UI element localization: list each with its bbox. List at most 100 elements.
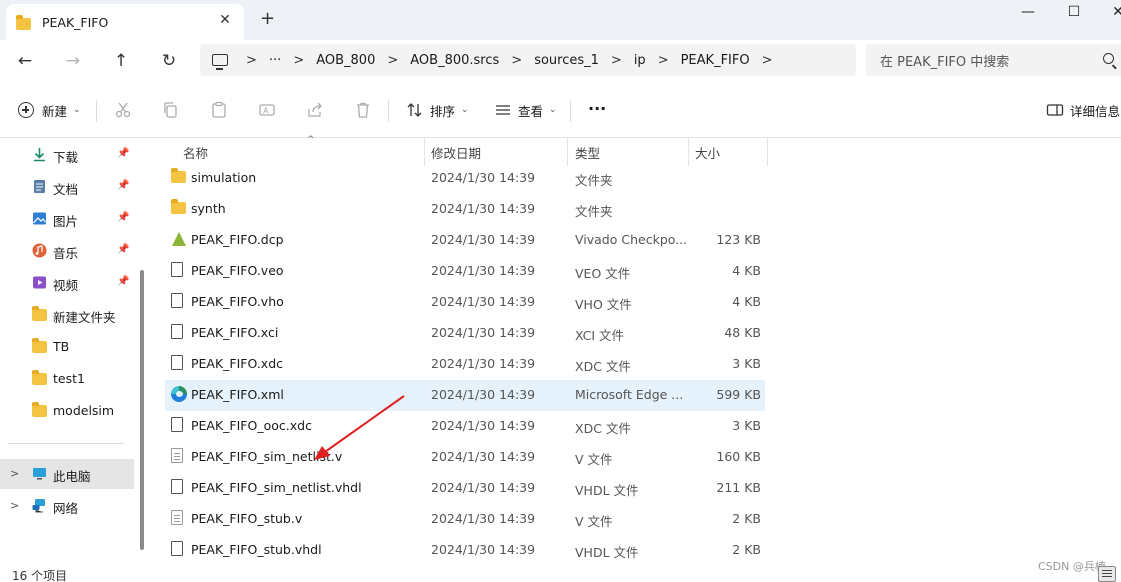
sidebar-item-downloads[interactable]: 下载 📌 bbox=[0, 140, 134, 170]
breadcrumb-sources-1[interactable]: sources_1 bbox=[534, 53, 599, 68]
address-bar[interactable]: > ··· > AOB_800 > AOB_800.srcs > sources… bbox=[200, 44, 856, 76]
file-size: 160 KB bbox=[716, 449, 761, 464]
folder-icon bbox=[32, 402, 47, 418]
list-item[interactable]: PEAK_FIFO.veo 2024/1/30 14:39 VEO 文件 4 K… bbox=[165, 256, 765, 287]
minimize-button[interactable]: — bbox=[1018, 4, 1038, 20]
delete-icon[interactable] bbox=[354, 100, 372, 120]
list-item[interactable]: PEAK_FIFO_sim_netlist.vhdl 2024/1/30 14:… bbox=[165, 473, 765, 504]
pin-icon[interactable]: 📌 bbox=[117, 180, 129, 191]
command-bar: 新建 ⌄ A 排序 ⌄ 查看 ⌄ ··· 详细信息 bbox=[0, 82, 1121, 138]
list-item[interactable]: synth 2024/1/30 14:39 文件夹 bbox=[165, 194, 765, 225]
sidebar-item-label: 网络 bbox=[53, 501, 79, 516]
toolbar-divider bbox=[570, 100, 571, 122]
sidebar-item-documents[interactable]: 文档 📌 bbox=[0, 172, 134, 202]
file-type: XDC 文件 bbox=[575, 421, 631, 436]
sidebar-item-this-pc[interactable]: > 此电脑 bbox=[0, 459, 134, 489]
list-item[interactable]: PEAK_FIFO.vho 2024/1/30 14:39 VHO 文件 4 K… bbox=[165, 287, 765, 318]
file-type: V 文件 bbox=[575, 514, 613, 529]
list-item[interactable]: simulation 2024/1/30 14:39 文件夹 bbox=[165, 163, 765, 194]
list-item[interactable]: PEAK_FIFO_ooc.xdc 2024/1/30 14:39 XDC 文件… bbox=[165, 411, 765, 442]
column-header-name[interactable]: 名称 ^ bbox=[177, 135, 425, 166]
sidebar-item-network[interactable]: > 网络 bbox=[0, 491, 134, 521]
tab-peak-fifo[interactable]: PEAK_FIFO ✕ bbox=[6, 4, 244, 40]
column-header-size[interactable]: 大小 bbox=[689, 138, 767, 166]
details-pane-icon bbox=[1046, 101, 1064, 119]
list-item[interactable]: PEAK_FIFO.dcp 2024/1/30 14:39 Vivado Che… bbox=[165, 225, 765, 256]
close-window-button[interactable]: ✕ bbox=[1108, 4, 1121, 20]
file-type: Microsoft Edge ... bbox=[575, 387, 684, 402]
folder-icon bbox=[32, 370, 47, 386]
sidebar-item-videos[interactable]: 视频 📌 bbox=[0, 268, 134, 298]
list-item[interactable]: PEAK_FIFO_stub.v 2024/1/30 14:39 V 文件 2 … bbox=[165, 504, 765, 535]
breadcrumb-aob-800-srcs[interactable]: AOB_800.srcs bbox=[410, 53, 499, 68]
view-button[interactable]: 查看 ⌄ bbox=[494, 100, 557, 120]
pin-icon[interactable]: 📌 bbox=[117, 276, 129, 287]
folder-icon bbox=[32, 338, 47, 354]
list-item[interactable]: PEAK_FIFO_sim_netlist.v 2024/1/30 14:39 … bbox=[165, 442, 765, 473]
file-size: 2 KB bbox=[732, 511, 761, 526]
sidebar-item-pictures[interactable]: 图片 📌 bbox=[0, 204, 134, 234]
details-view-toggle[interactable] bbox=[1098, 566, 1116, 582]
more-options-button[interactable]: ··· bbox=[588, 98, 606, 118]
pin-icon[interactable]: 📌 bbox=[117, 148, 129, 159]
vivado-icon bbox=[171, 231, 187, 247]
rename-icon[interactable]: A bbox=[258, 100, 276, 120]
file-icon bbox=[171, 262, 187, 278]
breadcrumb-aob-800[interactable]: AOB_800 bbox=[316, 53, 375, 68]
chevron-right-icon[interactable]: > bbox=[10, 499, 19, 512]
forward-button[interactable]: → bbox=[62, 50, 84, 72]
file-type: 文件夹 bbox=[575, 173, 613, 188]
column-divider[interactable] bbox=[567, 138, 568, 166]
sidebar-item-test1[interactable]: test1 bbox=[0, 364, 134, 394]
pin-icon[interactable]: 📌 bbox=[117, 244, 129, 255]
pin-icon[interactable]: 📌 bbox=[117, 212, 129, 223]
sidebar-item-modelsim[interactable]: modelsim bbox=[0, 396, 134, 426]
text-file-icon bbox=[171, 448, 187, 464]
breadcrumb-overflow[interactable]: ··· bbox=[269, 53, 281, 68]
file-name: PEAK_FIFO.xml bbox=[191, 387, 284, 402]
file-type: Vivado Checkpo... bbox=[575, 232, 688, 247]
breadcrumb-peak-fifo[interactable]: PEAK_FIFO bbox=[681, 53, 750, 68]
file-icon bbox=[171, 479, 187, 495]
title-bar: PEAK_FIFO ✕ + — ☐ ✕ bbox=[0, 0, 1121, 40]
new-button[interactable]: 新建 ⌄ bbox=[18, 100, 81, 120]
column-header-type[interactable]: 类型 bbox=[569, 138, 687, 166]
sidebar-item-label: 视频 bbox=[53, 278, 79, 293]
share-icon[interactable] bbox=[306, 100, 324, 120]
list-item[interactable]: PEAK_FIFO.xci 2024/1/30 14:39 XCI 文件 48 … bbox=[165, 318, 765, 349]
pictures-icon bbox=[32, 211, 47, 226]
paste-icon[interactable] bbox=[210, 100, 228, 120]
column-divider[interactable] bbox=[767, 138, 768, 166]
details-pane-button[interactable]: 详细信息 bbox=[1046, 100, 1120, 120]
sidebar-item-new-folder[interactable]: 新建文件夹 bbox=[0, 300, 134, 330]
file-icon bbox=[171, 417, 187, 433]
document-icon bbox=[32, 179, 47, 194]
refresh-button[interactable]: ↻ bbox=[158, 50, 180, 72]
column-header-date[interactable]: 修改日期 bbox=[425, 138, 567, 166]
breadcrumb-ip[interactable]: ip bbox=[634, 53, 646, 68]
back-button[interactable]: ← bbox=[14, 50, 36, 72]
file-type: VEO 文件 bbox=[575, 266, 631, 281]
list-item[interactable]: PEAK_FIFO.xdc 2024/1/30 14:39 XDC 文件 3 K… bbox=[165, 349, 765, 380]
copy-icon[interactable] bbox=[162, 100, 180, 120]
chevron-right-icon[interactable]: > bbox=[10, 467, 19, 480]
sidebar-scrollbar[interactable] bbox=[140, 270, 144, 550]
search-input[interactable]: 在 PEAK_FIFO 中搜索 bbox=[866, 44, 1121, 76]
up-button[interactable]: ↑ bbox=[110, 50, 132, 72]
sidebar-item-music[interactable]: 音乐 📌 bbox=[0, 236, 134, 266]
folder-icon bbox=[16, 14, 32, 30]
sort-button[interactable]: 排序 ⌄ bbox=[406, 100, 469, 120]
sidebar-item-label: modelsim bbox=[53, 403, 115, 418]
file-size: 3 KB bbox=[732, 418, 761, 433]
new-tab-button[interactable]: + bbox=[260, 10, 275, 28]
cut-icon[interactable] bbox=[114, 100, 132, 120]
file-type: XCI 文件 bbox=[575, 328, 625, 343]
folder-icon bbox=[32, 306, 47, 322]
file-type: VHDL 文件 bbox=[575, 483, 639, 498]
file-date: 2024/1/30 14:39 bbox=[431, 480, 536, 495]
tab-close-button[interactable]: ✕ bbox=[218, 13, 232, 27]
sidebar-item-tb[interactable]: TB bbox=[0, 332, 134, 362]
maximize-button[interactable]: ☐ bbox=[1064, 4, 1084, 20]
list-item[interactable]: PEAK_FIFO.xml 2024/1/30 14:39 Microsoft … bbox=[165, 380, 765, 411]
computer-icon bbox=[212, 54, 228, 70]
